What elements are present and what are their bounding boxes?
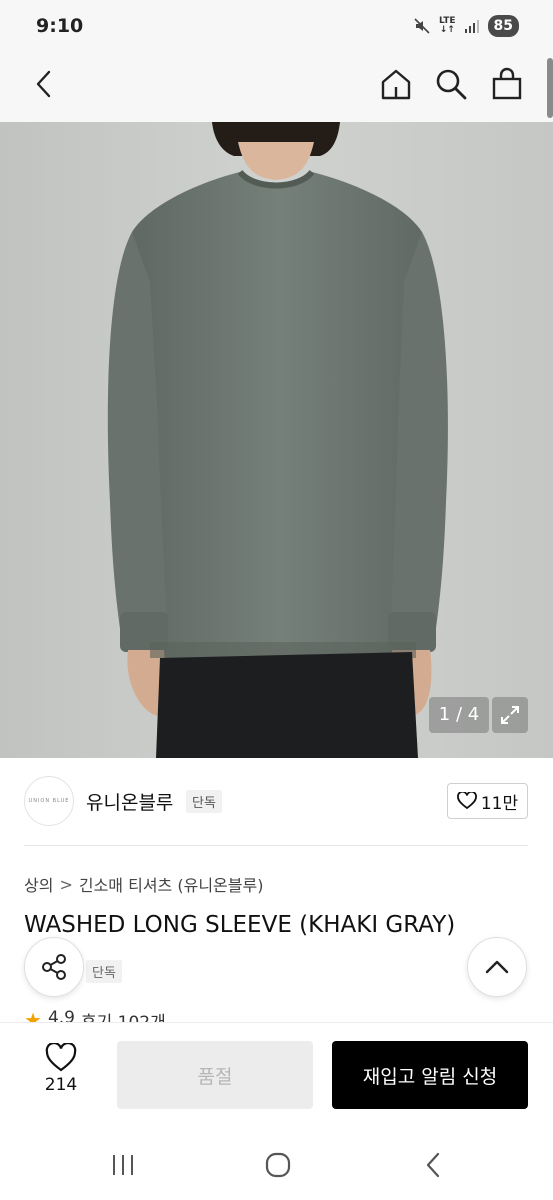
brand-like-count: 11만 (480, 793, 519, 814)
image-counter: 1 / 4 (429, 697, 489, 733)
product-photo (0, 122, 553, 758)
expand-icon (501, 706, 519, 724)
scroll-top-button[interactable] (467, 937, 527, 997)
recent-apps-icon (113, 1155, 133, 1175)
wishlist-count: 214 (44, 1075, 78, 1095)
product-image[interactable] (0, 122, 553, 758)
brand-name[interactable]: 유니온블루 (86, 788, 173, 815)
back-button[interactable] (22, 62, 66, 106)
shopping-bag-icon (492, 67, 522, 100)
restock-alert-button[interactable]: 재입고 알림 신청 (332, 1041, 528, 1109)
share-icon (42, 954, 66, 980)
action-bar: 214 품절 재입고 알림 신청 (0, 1022, 553, 1134)
breadcrumb-separator: > (59, 874, 73, 894)
status-bar: 9:10 LTE ↓↑ 85 (0, 0, 553, 54)
battery-badge: 85 (487, 15, 519, 37)
share-button[interactable] (24, 937, 84, 997)
brand-logo[interactable]: UNION BLUE (24, 776, 74, 826)
system-nav-bar (0, 1134, 553, 1200)
network-indicator: LTE ↓↑ (438, 16, 456, 35)
home-system-button[interactable] (258, 1148, 298, 1182)
status-icons: LTE ↓↑ 85 (413, 15, 519, 37)
heart-icon (456, 792, 477, 810)
chevron-left-icon (36, 70, 51, 98)
cart-button[interactable] (485, 62, 529, 106)
brand-row: UNION BLUE 유니온블루 단독 11만 (0, 772, 553, 832)
status-time: 9:10 (36, 15, 84, 37)
back-icon (426, 1152, 440, 1178)
chevron-up-icon (485, 960, 509, 974)
mute-icon (414, 18, 430, 34)
heart-icon (45, 1043, 77, 1072)
top-nav (0, 54, 553, 122)
breadcrumb-item-category[interactable]: 상의 (24, 872, 53, 896)
home-button[interactable] (374, 62, 418, 106)
brand-exclusive-badge: 단독 (186, 790, 222, 813)
soldout-button: 품절 (117, 1041, 313, 1109)
back-system-button[interactable] (413, 1148, 453, 1182)
breadcrumb-item-subcategory[interactable]: 긴소매 티셔츠 (유니온블루) (79, 872, 264, 896)
home-circle-icon (265, 1152, 291, 1178)
search-icon (436, 69, 467, 100)
home-icon (381, 69, 411, 100)
scroll-indicator[interactable] (547, 58, 553, 118)
wishlist-button[interactable]: 214 (30, 1043, 92, 1113)
divider (24, 845, 528, 846)
product-title: WASHED LONG SLEEVE (KHAKI GRAY) (24, 912, 456, 938)
brand-like-button[interactable]: 11만 (447, 783, 528, 819)
signal-icon (464, 20, 479, 33)
product-exclusive-tag: 단독 (86, 960, 122, 983)
recent-apps-button[interactable] (103, 1148, 143, 1182)
breadcrumb: 상의 > 긴소매 티셔츠 (유니온블루) (24, 872, 263, 896)
expand-image-button[interactable] (492, 697, 528, 733)
search-button[interactable] (429, 62, 473, 106)
